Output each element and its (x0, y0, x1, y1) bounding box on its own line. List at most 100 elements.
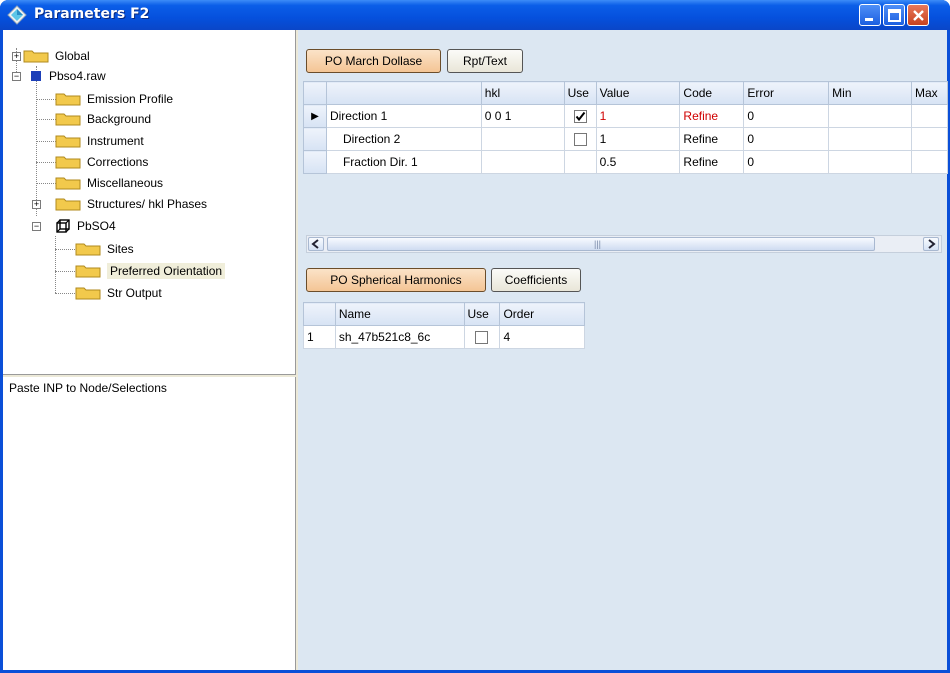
tree-item-str-output[interactable]: Str Output (75, 283, 162, 303)
min-cell[interactable] (828, 150, 912, 174)
column-header-hkl[interactable]: hkl (480, 81, 565, 105)
column-header-error[interactable]: Error (743, 81, 830, 105)
hkl-cell[interactable]: 0 0 1 (480, 104, 565, 128)
use-cell[interactable] (463, 325, 501, 349)
max-cell[interactable] (910, 150, 949, 174)
value-cell[interactable]: 1 (595, 127, 681, 151)
tab-po-spherical-harmonics[interactable]: PO Spherical Harmonics (306, 268, 486, 292)
arrow-right-icon (928, 239, 936, 249)
max-cell[interactable] (910, 127, 949, 151)
parameter-tree[interactable]: + Global − Pbso4.raw Emission Profile Ba… (3, 30, 296, 375)
error-cell[interactable]: 0 (743, 150, 830, 174)
param-name-cell[interactable]: Direction 1 (325, 104, 482, 128)
use-checkbox-unchecked[interactable] (475, 331, 489, 345)
collapse-pbso4raw-button[interactable]: − (12, 72, 21, 81)
title-bar[interactable]: Parameters F2 (0, 0, 950, 30)
maximize-button[interactable] (883, 4, 905, 26)
tree-item-miscellaneous[interactable]: Miscellaneous (55, 173, 163, 193)
hkl-cell[interactable] (480, 127, 565, 151)
scroll-left-button[interactable] (308, 237, 324, 251)
table-row[interactable]: Fraction Dir. 1 0.5 Refine 0 (303, 150, 949, 174)
min-cell[interactable] (828, 127, 912, 151)
march-dollase-table[interactable]: hkl Use Value Code Error Min Max ▶ Direc… (303, 81, 949, 174)
tree-item-pbso4[interactable]: PbSO4 (55, 216, 116, 236)
scroll-grip: ||| (594, 239, 602, 249)
row-header[interactable] (303, 127, 327, 151)
min-cell[interactable] (828, 104, 912, 128)
column-header-use[interactable]: Use (463, 302, 501, 326)
tree-item-label: Instrument (87, 134, 144, 148)
use-cell[interactable] (563, 150, 597, 174)
scrollbar-thumb[interactable]: ||| (327, 237, 875, 251)
close-icon (913, 10, 924, 21)
error-cell[interactable]: 0 (743, 104, 830, 128)
close-button[interactable] (907, 4, 929, 26)
tree-item-pbso4-raw[interactable]: Pbso4.raw (23, 66, 106, 86)
preferred-orientation-panel: PO March Dollase Rpt/Text hkl Use Value … (298, 30, 949, 670)
minimize-button[interactable] (859, 4, 881, 26)
row-header[interactable] (303, 150, 327, 174)
error-cell[interactable]: 0 (743, 127, 830, 151)
tree-item-global[interactable]: Global (23, 46, 90, 66)
tree-line (36, 141, 56, 142)
folder-icon (75, 287, 101, 300)
folder-icon (75, 265, 101, 278)
paste-inp-label: Paste INP to Node/Selections (9, 381, 167, 395)
use-cell[interactable] (563, 104, 597, 128)
column-header-use[interactable]: Use (563, 81, 597, 105)
table-row[interactable]: Direction 2 1 Refine 0 (303, 127, 949, 151)
structure-cube-icon (56, 219, 70, 233)
param-name-cell[interactable]: Fraction Dir. 1 (325, 150, 482, 174)
current-row-indicator[interactable]: ▶ (303, 104, 327, 128)
table-header-row: Name Use Order (303, 302, 585, 326)
row-index-cell[interactable]: 1 (303, 325, 336, 349)
value-cell[interactable]: 0.5 (595, 150, 681, 174)
name-cell[interactable]: sh_47b521c8_6c (334, 325, 465, 349)
expand-global-button[interactable]: + (12, 52, 21, 61)
value-cell[interactable]: 1 (595, 104, 681, 128)
code-cell[interactable]: Refine (679, 150, 745, 174)
tree-item-background[interactable]: Background (55, 109, 151, 129)
param-name-cell[interactable]: Direction 2 (325, 127, 482, 151)
tree-item-instrument[interactable]: Instrument (55, 131, 144, 151)
tree-item-corrections[interactable]: Corrections (55, 152, 148, 172)
paste-inp-panel[interactable]: Paste INP to Node/Selections (3, 377, 296, 670)
column-header-value[interactable]: Value (595, 81, 681, 105)
tree-line (36, 183, 56, 184)
expand-structures-button[interactable]: + (32, 200, 41, 209)
column-header-code[interactable]: Code (679, 81, 745, 105)
tab-coefficients[interactable]: Coefficients (491, 268, 581, 292)
scroll-right-button[interactable] (923, 237, 939, 251)
folder-icon (75, 243, 101, 256)
folder-icon (23, 50, 49, 63)
column-header-order[interactable]: Order (499, 302, 585, 326)
table-row[interactable]: 1 sh_47b521c8_6c 4 (303, 325, 585, 349)
order-cell[interactable]: 4 (499, 325, 585, 349)
tree-item-structures-hkl-phases[interactable]: Structures/ hkl Phases (55, 194, 207, 214)
table-row[interactable]: ▶ Direction 1 0 0 1 1 Refine 0 (303, 104, 949, 128)
tree-item-preferred-orientation[interactable]: Preferred Orientation (75, 261, 226, 281)
collapse-pbso4-button[interactable]: − (32, 222, 41, 231)
folder-icon (55, 135, 81, 148)
column-header-max[interactable]: Max (910, 81, 949, 105)
folder-icon (55, 93, 81, 106)
column-header-name[interactable]: Name (334, 302, 465, 326)
use-checkbox-checked[interactable] (573, 110, 587, 124)
tree-item-emission-profile[interactable]: Emission Profile (55, 89, 173, 109)
tab-po-march-dollase[interactable]: PO March Dollase (306, 49, 441, 73)
column-header-min[interactable]: Min (828, 81, 912, 105)
tab-rpt-text[interactable]: Rpt/Text (447, 49, 523, 73)
max-cell[interactable] (910, 104, 949, 128)
use-cell[interactable] (563, 127, 597, 151)
column-header-name[interactable] (325, 81, 482, 105)
horizontal-scrollbar[interactable]: ||| (306, 235, 942, 253)
spherical-harmonics-table[interactable]: Name Use Order 1 sh_47b521c8_6c 4 (303, 302, 585, 349)
hkl-cell[interactable] (480, 150, 565, 174)
tree-item-sites[interactable]: Sites (75, 239, 134, 259)
tree-line (36, 119, 56, 120)
use-checkbox-unchecked[interactable] (573, 133, 587, 147)
checkmark-icon (575, 112, 585, 122)
code-cell[interactable]: Refine (679, 127, 745, 151)
code-cell[interactable]: Refine (679, 104, 745, 128)
tree-item-label: Preferred Orientation (107, 263, 226, 279)
